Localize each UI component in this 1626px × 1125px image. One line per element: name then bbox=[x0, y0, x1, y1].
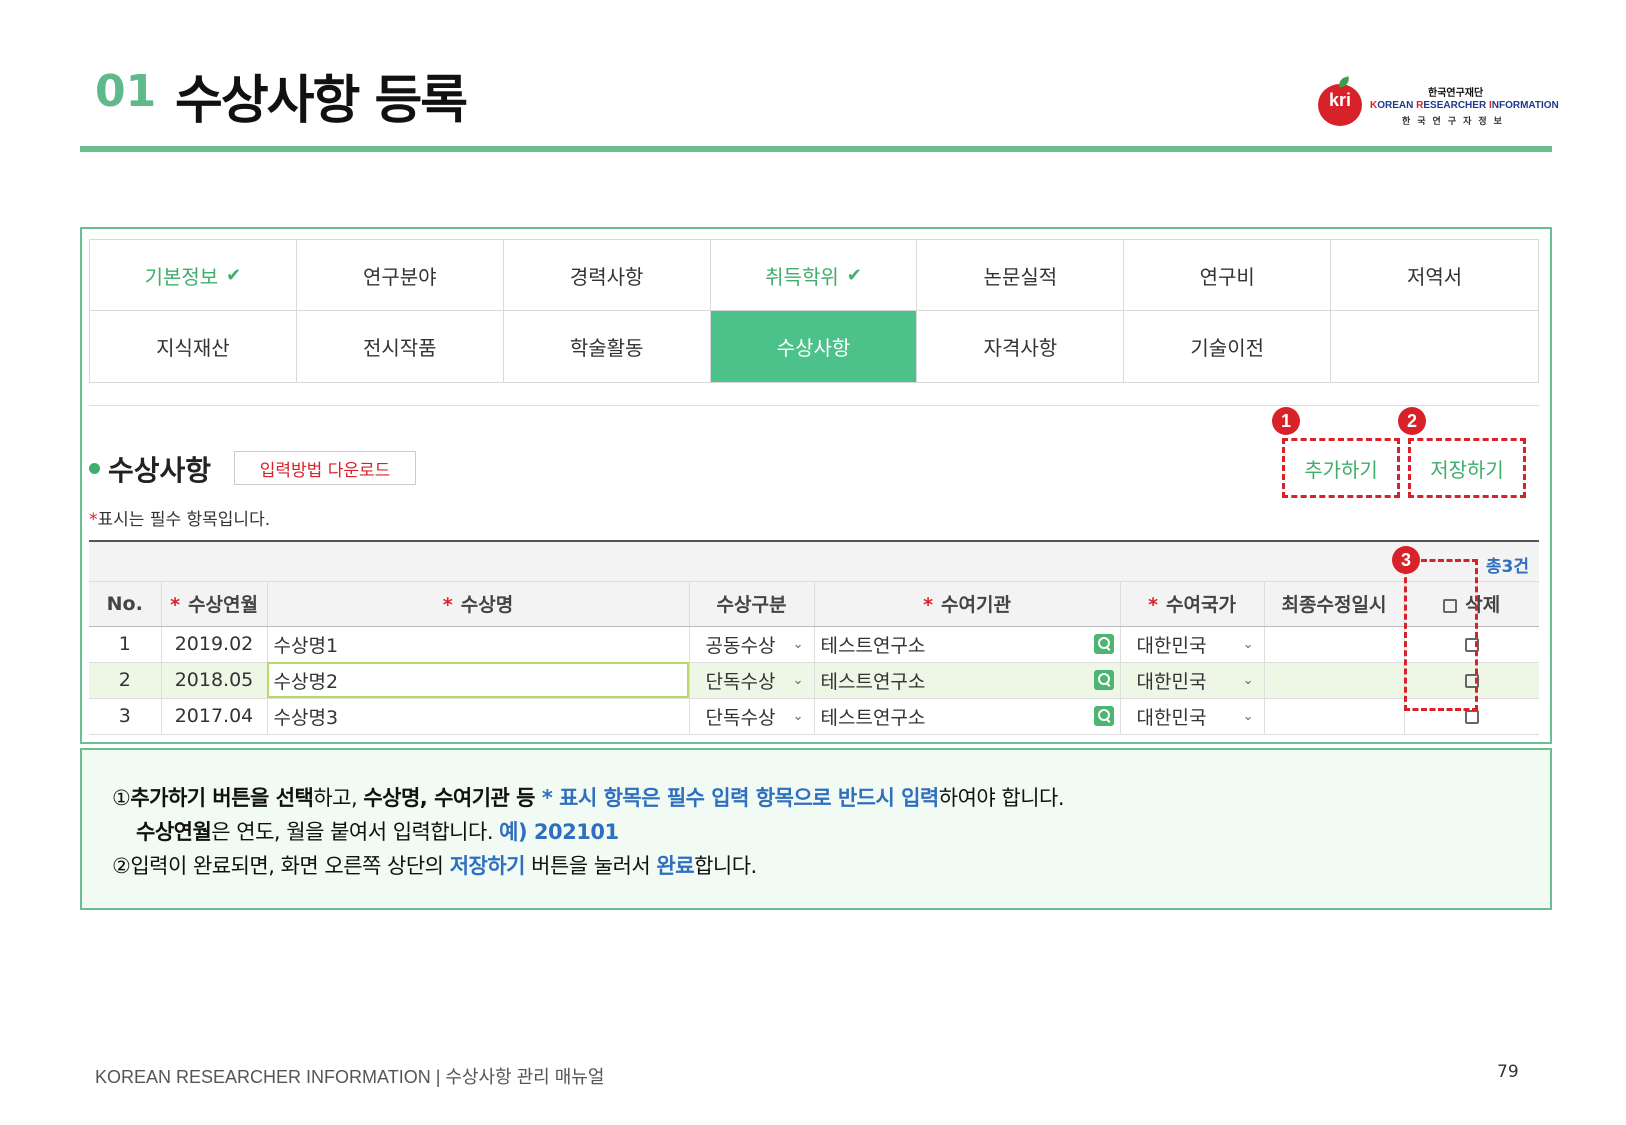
delete-cell bbox=[1404, 698, 1539, 735]
menu-item-degree[interactable]: 취득학위 ✔ bbox=[710, 240, 918, 311]
cell-date[interactable]: 2019.02 bbox=[161, 626, 268, 663]
award-type-select[interactable]: 단독수상 ⌄ bbox=[689, 698, 815, 735]
cell-date[interactable]: 2018.05 bbox=[161, 662, 268, 699]
save-button[interactable]: 저장하기 bbox=[1408, 438, 1526, 498]
menu-item-empty bbox=[1331, 311, 1538, 382]
delete-checkbox[interactable] bbox=[1464, 673, 1479, 688]
chevron-down-icon: ⌄ bbox=[792, 708, 804, 724]
delete-cell bbox=[1404, 662, 1539, 699]
chevron-down-icon: ⌄ bbox=[1242, 672, 1254, 688]
cell-updated bbox=[1264, 626, 1405, 663]
award-name-input[interactable]: 수상명3 bbox=[267, 698, 690, 735]
cell-no: 3 bbox=[89, 698, 162, 735]
search-icon[interactable] bbox=[1093, 670, 1114, 690]
callout-badge-1: 1 bbox=[1272, 407, 1300, 435]
header-divider bbox=[80, 146, 1552, 152]
menu-item-ip[interactable]: 지식재산 bbox=[90, 311, 297, 382]
menu-item-awards[interactable]: 수상사항 bbox=[710, 311, 918, 382]
search-icon[interactable] bbox=[1093, 706, 1114, 726]
menu-item-career[interactable]: 경력사항 bbox=[503, 240, 711, 311]
instruction-line-1: ①추가하기 버튼을 선택하고, 수상명, 수여기관 등 * 표시 항목은 필수 … bbox=[112, 786, 1065, 810]
check-icon: ✔ bbox=[846, 264, 862, 286]
award-name-input[interactable]: 수상명2 bbox=[267, 662, 690, 699]
section-number: 01 bbox=[95, 66, 157, 117]
org-field[interactable]: 테스트연구소 bbox=[814, 698, 1121, 735]
logo-english-name: KOREAN RESEARCHER INFORMATION bbox=[1370, 100, 1559, 111]
bullet-icon bbox=[89, 463, 100, 474]
cell-updated bbox=[1264, 662, 1405, 699]
kri-logo: kri 한국연구재단 KOREAN RESEARCHER INFORMATION… bbox=[1318, 80, 1559, 130]
col-no: No. bbox=[89, 582, 162, 627]
chevron-down-icon: ⌄ bbox=[792, 636, 804, 652]
chevron-down-icon: ⌄ bbox=[1242, 636, 1254, 652]
country-select[interactable]: 대한민국 ⌄ bbox=[1120, 698, 1265, 735]
chevron-down-icon: ⌄ bbox=[792, 672, 804, 688]
menu-item-certifications[interactable]: 자격사항 bbox=[917, 311, 1125, 382]
chevron-down-icon: ⌄ bbox=[1242, 708, 1254, 724]
footer-text: KOREAN RESEARCHER INFORMATION | 수상사항 관리 … bbox=[95, 1067, 605, 1087]
download-guide-button[interactable]: 입력방법 다운로드 bbox=[234, 451, 416, 485]
table-toolbar: 총3건 bbox=[89, 542, 1539, 582]
col-date: * 수상연월 bbox=[161, 582, 268, 627]
country-select[interactable]: 대한민국 ⌄ bbox=[1120, 626, 1265, 663]
total-count: 총3건 bbox=[1485, 557, 1529, 577]
col-delete: 삭제 bbox=[1404, 582, 1539, 627]
page-title: 수상사항 등록 bbox=[175, 71, 468, 131]
check-icon: ✔ bbox=[226, 264, 242, 286]
awards-table: 총3건 No. * 수상연월 * 수상명 수상구분 * 수여기관 * 수여국가 최종수정… bbox=[89, 540, 1539, 740]
logo-org-name: 한국연구재단 bbox=[1428, 88, 1484, 99]
menu-item-books[interactable]: 저역서 bbox=[1331, 240, 1538, 311]
menu-item-exhibitions[interactable]: 전시작품 bbox=[297, 311, 504, 382]
menu-item-research-funds[interactable]: 연구비 bbox=[1124, 240, 1332, 311]
table-header-row: No. * 수상연월 * 수상명 수상구분 * 수여기관 * 수여국가 최종수정일시 삭… bbox=[89, 582, 1539, 627]
award-type-select[interactable]: 공동수상 ⌄ bbox=[689, 626, 815, 663]
app-screenshot: 기본정보 ✔ 연구분야 경력사항 취득학위 ✔ 논문실적 연구비 저역서 지식재산 … bbox=[80, 227, 1552, 744]
category-menu: 기본정보 ✔ 연구분야 경력사항 취득학위 ✔ 논문실적 연구비 저역서 지식재산 … bbox=[89, 239, 1539, 383]
menu-item-academic[interactable]: 학술활동 bbox=[504, 311, 711, 382]
col-org: * 수여기관 bbox=[814, 582, 1121, 627]
award-name-input[interactable]: 수상명1 bbox=[267, 626, 690, 663]
delete-checkbox[interactable] bbox=[1464, 709, 1479, 724]
table-row: 3 2017.04 수상명3 단독수상 ⌄ 테스트연구소 대한민국 ⌄ bbox=[89, 698, 1539, 735]
section-divider bbox=[89, 405, 1539, 406]
section-title: 수상사항 bbox=[108, 454, 212, 487]
select-all-checkbox[interactable] bbox=[1443, 598, 1458, 613]
required-note: *표시는 필수 항목입니다. bbox=[89, 510, 271, 530]
logo-korean-name: 한국연구자정보 bbox=[1402, 117, 1509, 127]
col-type: 수상구분 bbox=[689, 582, 815, 627]
col-updated: 최종수정일시 bbox=[1264, 582, 1405, 627]
callout-badge-2: 2 bbox=[1398, 407, 1426, 435]
search-icon[interactable] bbox=[1093, 634, 1114, 654]
logo-icon-text: kri bbox=[1328, 90, 1352, 110]
instruction-line-3: ②입력이 완료되면, 화면 오른쪽 상단의 저장하기 버튼을 눌러서 완료합니다… bbox=[112, 854, 757, 878]
instruction-box: ①추가하기 버튼을 선택하고, 수상명, 수여기관 등 * 표시 항목은 필수 … bbox=[80, 748, 1552, 910]
table-row: 1 2019.02 수상명1 공동수상 ⌄ 테스트연구소 대한민국 ⌄ bbox=[89, 626, 1539, 663]
org-field[interactable]: 테스트연구소 bbox=[814, 662, 1121, 699]
delete-cell bbox=[1404, 626, 1539, 663]
award-type-select[interactable]: 단독수상 ⌄ bbox=[689, 662, 815, 699]
col-country: * 수여국가 bbox=[1120, 582, 1265, 627]
delete-checkbox[interactable] bbox=[1464, 637, 1479, 652]
menu-item-papers[interactable]: 논문실적 bbox=[917, 240, 1125, 311]
cell-no: 1 bbox=[89, 626, 162, 663]
cell-no: 2 bbox=[89, 662, 162, 699]
add-button[interactable]: 추가하기 bbox=[1282, 438, 1400, 498]
table-row: 2 2018.05 수상명2 단독수상 ⌄ 테스트연구소 대한민국 ⌄ bbox=[89, 662, 1539, 699]
menu-item-basic-info[interactable]: 기본정보 ✔ bbox=[90, 240, 297, 311]
org-field[interactable]: 테스트연구소 bbox=[814, 626, 1121, 663]
col-name: * 수상명 bbox=[267, 582, 690, 627]
menu-item-research-field[interactable]: 연구분야 bbox=[296, 240, 504, 311]
callout-badge-3: 3 bbox=[1392, 546, 1420, 574]
cell-updated bbox=[1264, 698, 1405, 735]
instruction-line-2: 수상연월은 연도, 월을 붙여서 입력합니다. 예) 202101 bbox=[136, 820, 619, 844]
menu-item-tech-transfer[interactable]: 기술이전 bbox=[1124, 311, 1332, 382]
page-number: 79 bbox=[1497, 1062, 1519, 1082]
cell-date[interactable]: 2017.04 bbox=[161, 698, 268, 735]
country-select[interactable]: 대한민국 ⌄ bbox=[1120, 662, 1265, 699]
